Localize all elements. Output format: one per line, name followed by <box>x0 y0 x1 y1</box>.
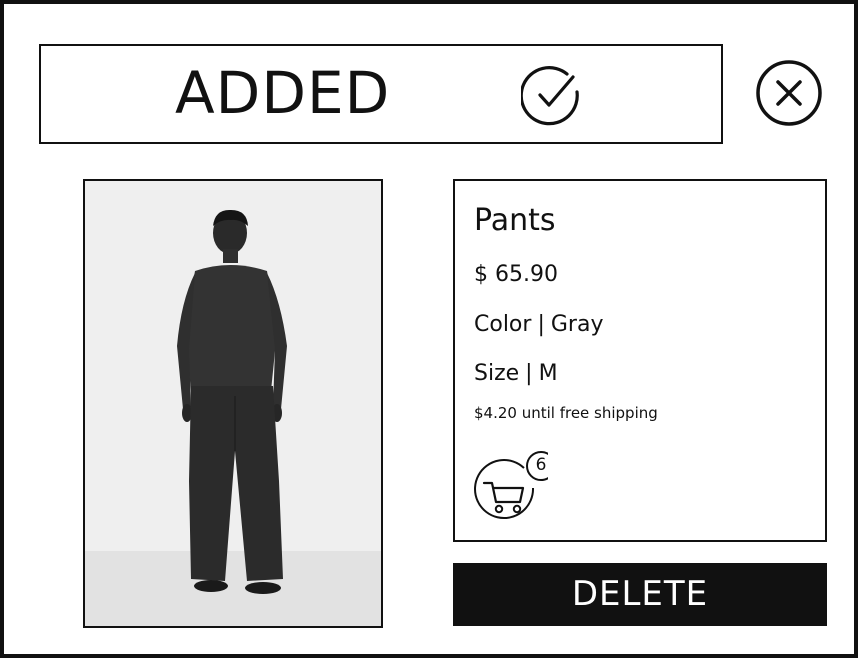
size-separator: | <box>525 361 533 386</box>
shipping-note: $4.20 until free shipping <box>474 404 658 422</box>
product-info-card: Pants $ 65.90 Color | Gray Size | M $4.20 un… <box>453 179 827 542</box>
added-to-cart-dialog: ADDED Pants $ 65.90 Color | Gray Size | … <box>0 0 858 658</box>
size-value: M <box>538 361 558 386</box>
close-icon[interactable] <box>755 59 823 127</box>
color-separator: | <box>537 312 545 337</box>
size-label: Size <box>474 361 520 386</box>
color-value: Gray <box>550 312 604 337</box>
cart-button[interactable]: 6 <box>472 446 556 522</box>
product-size: Size | M <box>474 360 558 388</box>
check-circle-icon <box>519 64 583 126</box>
close-button[interactable] <box>755 59 823 127</box>
product-name: Pants <box>474 203 556 238</box>
product-price: $ 65.90 <box>474 262 558 287</box>
added-status-text: ADDED <box>175 59 391 127</box>
product-color: Color | Gray <box>474 311 603 339</box>
cart-count-badge: 6 <box>535 455 547 475</box>
product-photo <box>83 179 383 628</box>
added-banner: ADDED <box>39 44 723 144</box>
color-label: Color <box>474 312 532 337</box>
delete-button[interactable]: DELETE <box>453 563 827 626</box>
